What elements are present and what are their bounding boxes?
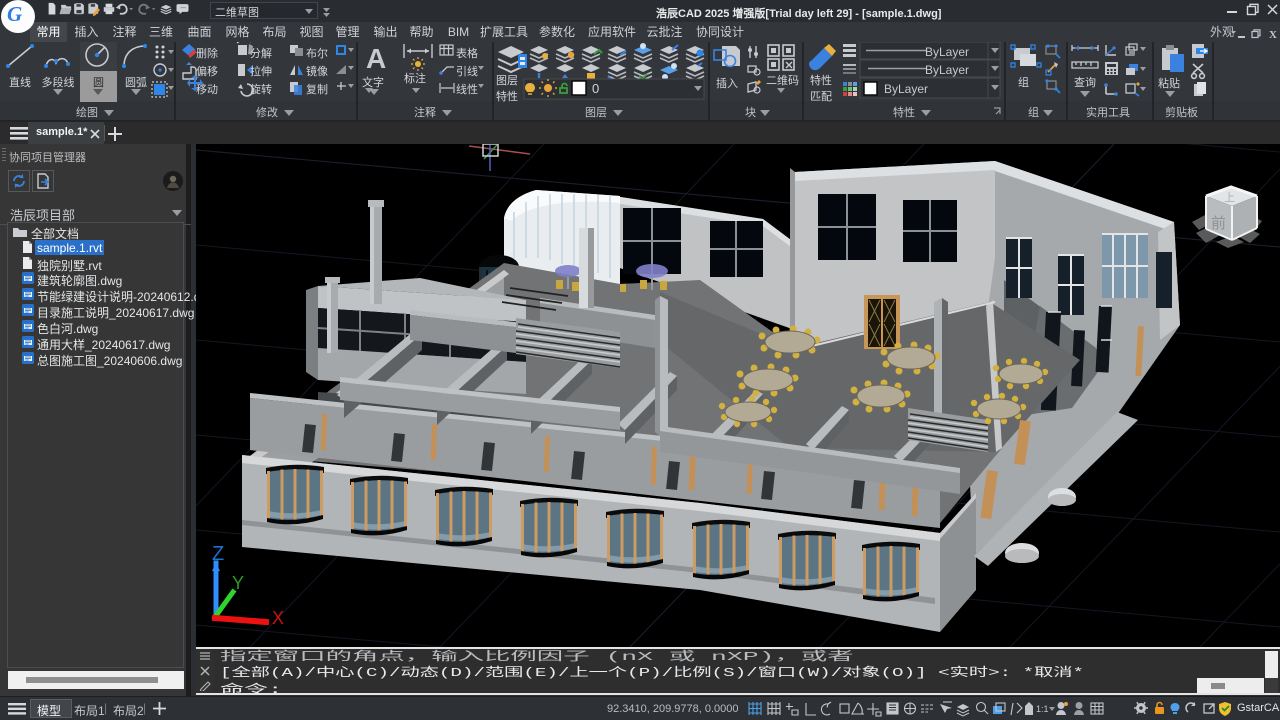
svg-text:A: A — [366, 43, 386, 74]
svg-text:Z: Z — [212, 543, 224, 565]
svg-text:X: X — [1269, 29, 1277, 39]
svg-text:1:1: 1:1 — [1036, 704, 1049, 714]
svg-text:X: X — [272, 608, 284, 628]
svg-text:Y: Y — [232, 573, 244, 593]
svg-text:前: 前 — [1211, 215, 1226, 232]
svg-text:0: 0 — [592, 81, 599, 96]
svg-text:上: 上 — [1224, 191, 1235, 204]
